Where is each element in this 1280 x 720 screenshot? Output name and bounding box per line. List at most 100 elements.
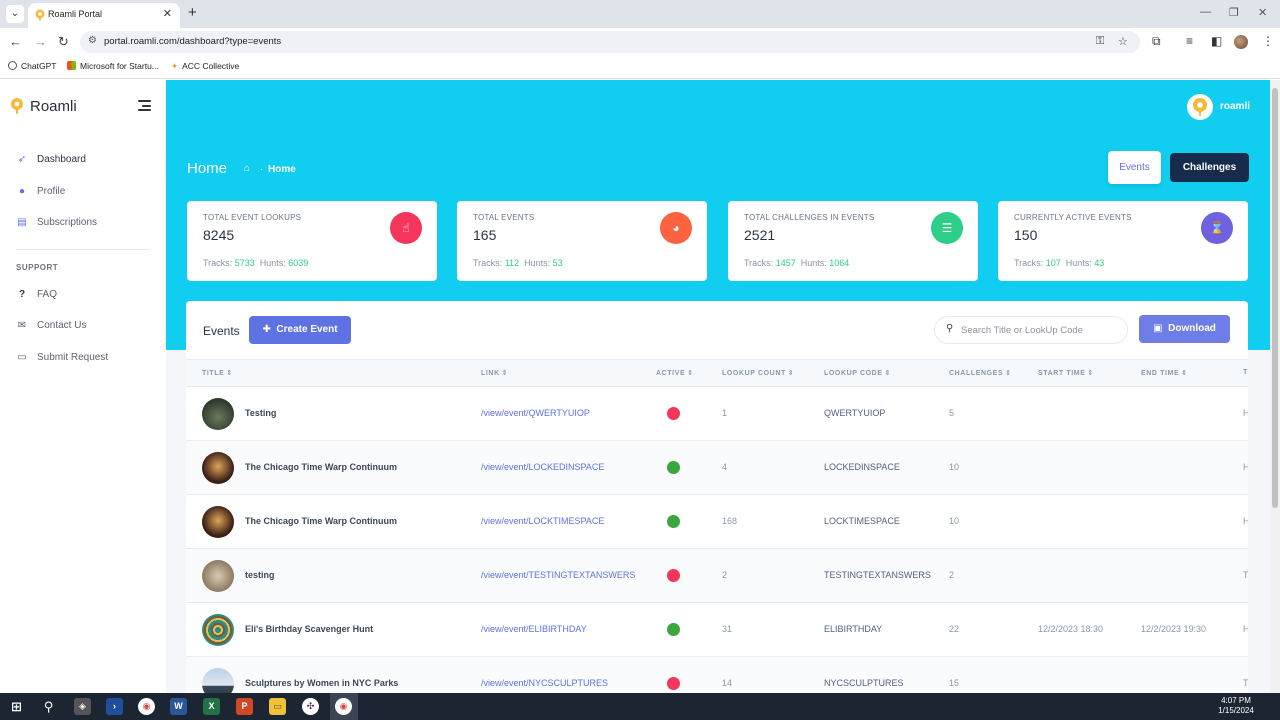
- stat-value: 150: [1014, 227, 1038, 243]
- event-type: T: [1243, 678, 1248, 688]
- bookmark-chatgpt[interactable]: ChatGPT: [8, 61, 56, 71]
- breadcrumb-separator: ·: [260, 164, 263, 174]
- menu-toggle-icon[interactable]: [138, 100, 151, 114]
- bookmark-microsoft[interactable]: Microsoft for Startu...: [67, 61, 159, 71]
- minimize-icon[interactable]: —: [1200, 6, 1211, 18]
- lookup-count: 14: [722, 678, 733, 688]
- page-scrollbar[interactable]: [1270, 80, 1280, 693]
- event-type: T: [1243, 570, 1248, 580]
- powershell-icon[interactable]: ›: [106, 698, 123, 715]
- column-header-end-time[interactable]: END TIME ⇕: [1141, 369, 1188, 377]
- stat-breakdown: Tracks: 1457 Hunts: 1064: [744, 258, 850, 268]
- bookmark-star-icon[interactable]: ☆: [1118, 35, 1128, 48]
- events-button[interactable]: Events: [1108, 151, 1161, 184]
- search-input[interactable]: [961, 322, 1121, 338]
- stat-breakdown: Tracks: 107 Hunts: 43: [1014, 258, 1105, 268]
- windows-start-icon[interactable]: ⊞: [8, 698, 25, 715]
- system-clock[interactable]: 4:07 PM 1/15/2024: [1206, 696, 1266, 716]
- inactive-status-dot: [667, 407, 680, 420]
- event-thumbnail: [202, 398, 234, 430]
- browser-profile-avatar[interactable]: [1234, 35, 1248, 49]
- excel-icon[interactable]: X: [203, 698, 220, 715]
- home-icon[interactable]: ⌂: [244, 163, 250, 174]
- column-header-link[interactable]: LINK ⇕: [481, 369, 508, 377]
- user-avatar[interactable]: [1187, 94, 1213, 120]
- reload-icon[interactable]: ↻: [58, 34, 69, 50]
- event-title: Eli's Birthday Scavenger Hunt: [245, 624, 374, 634]
- event-type: H: [1243, 516, 1248, 526]
- search-field[interactable]: ⚲: [934, 316, 1128, 344]
- user-name[interactable]: roamli: [1220, 101, 1250, 112]
- event-link[interactable]: /view/event/NYCSCULPTURES: [481, 678, 608, 688]
- table-row[interactable]: The Chicago Time Warp Continuum /view/ev…: [186, 495, 1248, 549]
- chrome-active-icon[interactable]: ◉: [335, 698, 352, 715]
- event-link[interactable]: /view/event/ELIBIRTHDAY: [481, 624, 587, 634]
- media-icon[interactable]: ≡: [1186, 34, 1193, 48]
- create-event-button[interactable]: ✚ Create Event: [249, 316, 351, 344]
- back-icon[interactable]: ←: [9, 34, 22, 49]
- sidebar-item-submit-request[interactable]: ▭ Submit Request: [16, 352, 108, 363]
- column-header-type[interactable]: T: [1243, 369, 1248, 376]
- event-link[interactable]: /view/event/TESTINGTEXTANSWERS: [481, 570, 635, 580]
- column-header-start-time[interactable]: START TIME ⇕: [1038, 369, 1094, 377]
- sidebar-item-subscriptions[interactable]: ▤ Subscriptions: [16, 217, 97, 228]
- challenges-button[interactable]: Challenges: [1170, 153, 1249, 182]
- table-row[interactable]: testing /view/event/TESTINGTEXTANSWERS 2…: [186, 549, 1248, 603]
- table-row[interactable]: The Chicago Time Warp Continuum /view/ev…: [186, 441, 1248, 495]
- chrome-icon[interactable]: ◉: [138, 698, 155, 715]
- site-info-icon[interactable]: ⚙: [88, 35, 97, 46]
- slack-icon[interactable]: ✣: [302, 698, 319, 715]
- event-link[interactable]: /view/event/QWERTYUIOP: [481, 408, 590, 418]
- side-panel-icon[interactable]: ◧: [1211, 34, 1222, 48]
- event-link[interactable]: /view/event/LOCKEDINSPACE: [481, 462, 604, 472]
- plus-icon: ✚: [262, 324, 271, 335]
- close-tab-icon[interactable]: ✕: [163, 7, 172, 20]
- download-button[interactable]: ▣ Download: [1139, 315, 1230, 343]
- table-row[interactable]: Sculptures by Women in NYC Parks /view/e…: [186, 657, 1248, 693]
- sidebar-item-profile[interactable]: ● Profile: [16, 186, 65, 197]
- sidebar-item-faq[interactable]: ? FAQ: [16, 289, 57, 300]
- forward-icon[interactable]: →: [34, 34, 47, 49]
- file-explorer-icon[interactable]: ▭: [269, 698, 286, 715]
- window-close-icon[interactable]: ✕: [1258, 6, 1267, 19]
- restore-icon[interactable]: ❐: [1229, 6, 1239, 19]
- copilot-icon[interactable]: ◈: [74, 698, 91, 715]
- scrollbar-thumb[interactable]: [1272, 88, 1278, 508]
- table-row[interactable]: Testing /view/event/QWERTYUIOP 1 QWERTYU…: [186, 387, 1248, 441]
- address-bar[interactable]: ⚙ portal.roamli.com/dashboard?type=event…: [80, 31, 1140, 53]
- list-icon: ☰: [931, 212, 963, 244]
- column-header-active[interactable]: ACTIVE ⇕: [656, 369, 694, 377]
- question-icon: ?: [18, 289, 26, 300]
- stat-value: 165: [473, 227, 497, 243]
- column-header-lookup-count[interactable]: LOOKUP COUNT ⇕: [722, 369, 794, 377]
- breadcrumb[interactable]: Home: [268, 164, 296, 175]
- download-icon: ▣: [1153, 323, 1163, 334]
- event-title: The Chicago Time Warp Continuum: [245, 516, 398, 526]
- search-taskbar-icon[interactable]: ⚲: [40, 698, 57, 715]
- column-header-challenges[interactable]: CHALLENGES ⇕: [949, 369, 1012, 377]
- event-link[interactable]: /view/event/LOCKTIMESPACE: [481, 516, 604, 526]
- challenges-count: 2: [949, 570, 955, 580]
- event-thumbnail: [202, 560, 234, 592]
- sort-icon: ⇕: [1181, 370, 1188, 377]
- sidebar: Roamli ➶ Dashboard ● Profile ▤ Subscription…: [0, 80, 166, 693]
- challenges-count: 10: [949, 462, 960, 472]
- sidebar-item-contact-us[interactable]: ✉ Contact Us: [16, 320, 87, 331]
- tab-list-icon[interactable]: ⌄: [6, 5, 24, 23]
- column-header-title[interactable]: TITLE ⇕: [202, 369, 233, 377]
- new-tab-icon[interactable]: +: [188, 4, 197, 21]
- browser-menu-icon[interactable]: ⋮: [1262, 34, 1274, 48]
- sidebar-item-dashboard[interactable]: ➶ Dashboard: [16, 154, 86, 165]
- password-key-icon[interactable]: ⚿: [1096, 35, 1104, 48]
- column-header-lookup-code[interactable]: LOOKUP CODE ⇕: [824, 369, 891, 377]
- powerpoint-icon[interactable]: P: [236, 698, 253, 715]
- table-row[interactable]: Eli's Birthday Scavenger Hunt /view/even…: [186, 603, 1248, 657]
- stat-label: TOTAL EVENT LOOKUPS: [203, 213, 302, 222]
- word-icon[interactable]: W: [170, 698, 187, 715]
- sort-icon: ⇕: [884, 370, 892, 377]
- event-title: Sculptures by Women in NYC Parks: [245, 678, 399, 688]
- bookmark-acc-collective[interactable]: ✦ ACC Collective: [171, 61, 239, 72]
- browser-tab[interactable]: Roamli Portal ✕: [28, 3, 180, 28]
- store-icon: ▤: [17, 217, 27, 228]
- extensions-icon[interactable]: ⧉: [1152, 34, 1161, 49]
